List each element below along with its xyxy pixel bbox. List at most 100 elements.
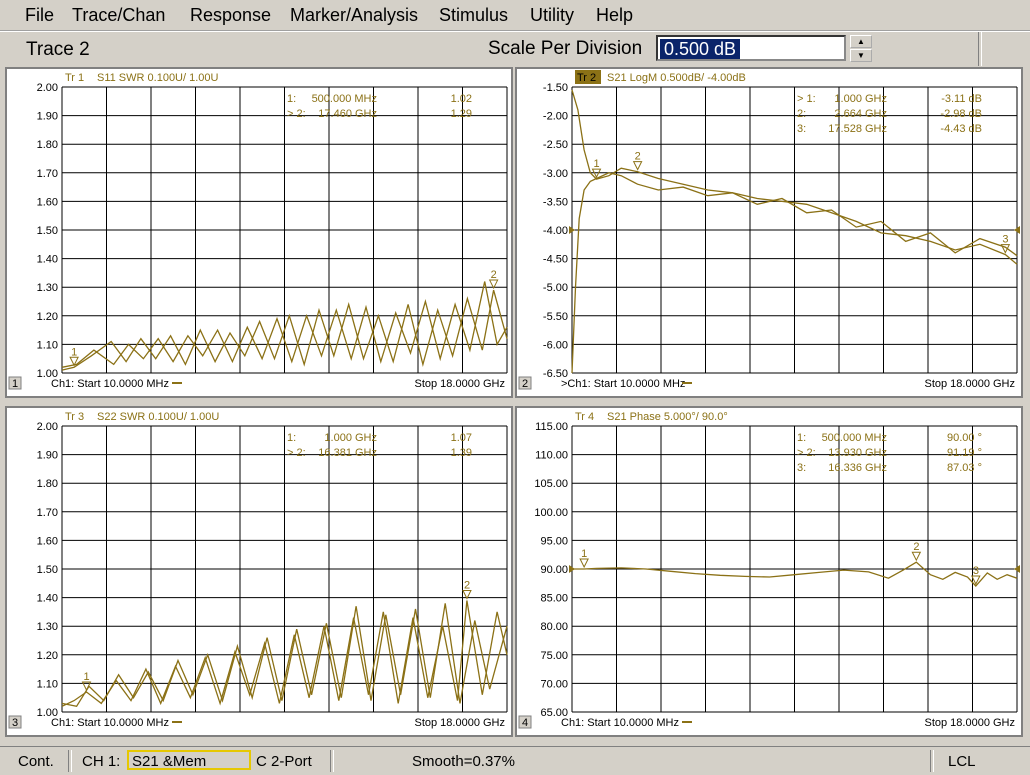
channel-index: 4 (522, 717, 528, 729)
menu-response[interactable]: Response (190, 5, 271, 26)
marker-table-value: -4.43 dB (940, 123, 982, 135)
menu-file[interactable]: File (25, 5, 54, 26)
stop-frequency-label: Stop 18.0000 GHz (924, 717, 1015, 729)
marker-table-value: 1.29 (451, 108, 472, 120)
status-separator (930, 750, 934, 772)
marker-table-frequency: 16.336 GHz (828, 462, 887, 474)
marker-table-frequency: 1.000 GHz (324, 432, 377, 444)
marker-table-value: 1.39 (451, 447, 472, 459)
status-calibration: C 2-Port (256, 753, 312, 770)
trace-header-text: S22 SWR 0.100U/ 1.00U (97, 411, 219, 423)
marker-table-value: 1.07 (451, 432, 472, 444)
menu-marker-analysis[interactable]: Marker/Analysis (290, 5, 418, 26)
trace-number-label: Tr 1 (65, 72, 84, 84)
y-tick-label: -5.50 (543, 311, 568, 323)
y-tick-label: 110.00 (535, 450, 568, 462)
marker-label: 2 (464, 579, 470, 591)
measurement-area: Tr 1 S11 SWR 0.100U/ 1.00U 2.00 1.90 1.80 1.7… (5, 67, 1025, 743)
marker-table-number: 3: (797, 123, 806, 135)
channel-index: 1 (12, 378, 18, 390)
scale-spinner: ▲ ▼ (850, 35, 872, 63)
y-tick-label: 95.00 (540, 535, 568, 547)
y-tick-label: 2.00 (37, 82, 58, 94)
marker-table-value: -3.11 dB (941, 93, 982, 105)
marker-table-frequency: 2.664 GHz (834, 108, 887, 120)
marker-label: 3 (973, 565, 979, 577)
stop-frequency-label: Stop 18.0000 GHz (414, 378, 505, 390)
start-frequency-label: >Ch1: Start 10.0000 MHz (561, 378, 685, 390)
marker-table-value: 1.02 (451, 93, 472, 105)
y-tick-label: -2.00 (543, 111, 568, 123)
y-tick-label: 1.70 (37, 507, 58, 519)
y-tick-label: 1.60 (37, 196, 58, 208)
y-tick-label: 100.00 (534, 507, 568, 519)
marker-triangle (579, 558, 589, 569)
marker-table-value: 90.00 ° (947, 432, 982, 444)
trace-panel-4[interactable]: Tr 4 S21 Phase 5.000°/ 90.0° 115.00 110.00 1… (515, 406, 1023, 737)
marker-table-number: 2: (797, 108, 806, 120)
scale-label: Scale Per Division (488, 38, 643, 59)
marker-table-number: 1: (797, 432, 806, 444)
scale-per-division-input[interactable]: 0.500 dB (656, 35, 846, 61)
y-tick-label: -1.50 (543, 82, 568, 94)
status-bar: Cont. CH 1: S21 &Mem C 2-Port Smooth=0.3… (0, 746, 1030, 775)
y-tick-label: -6.00 (543, 339, 568, 351)
menu-trace-chan[interactable]: Trace/Chan (72, 5, 165, 26)
y-tick-label: 1.10 (37, 339, 58, 351)
y-tick-label: 1.60 (37, 535, 58, 547)
marker-table-value: 91.19 ° (947, 447, 982, 459)
y-tick-label: -4.00 (543, 225, 568, 237)
y-tick-label: 1.90 (37, 111, 58, 123)
status-smoothing: Smooth=0.37% (412, 753, 515, 770)
start-frequency-label: Ch1: Start 10.0000 MHz (51, 378, 169, 390)
stop-frequency-label: Stop 18.0000 GHz (924, 378, 1015, 390)
status-remote: LCL (948, 753, 976, 770)
trace-number-label: Tr 3 (65, 411, 84, 423)
start-frequency-label: Ch1: Start 10.0000 MHz (561, 717, 679, 729)
marker-table-frequency: 500.000 MHz (822, 432, 887, 444)
trace-panel-1[interactable]: Tr 1 S11 SWR 0.100U/ 1.00U 2.00 1.90 1.80 1.7… (5, 67, 513, 398)
trace-panel-2[interactable]: Tr 2 S21 LogM 0.500dB/ -4.00dB -1.50 -2.00 -… (515, 67, 1023, 398)
menu-help[interactable]: Help (596, 5, 633, 26)
y-tick-label: -4.50 (543, 254, 568, 266)
marker-label: 3 (1002, 234, 1008, 246)
y-tick-label: 1.70 (37, 168, 58, 180)
marker-table-number: 1: (287, 432, 296, 444)
trace-header-text: S21 Phase 5.000°/ 90.0° (607, 411, 728, 423)
marker-table-number: > 1: (797, 93, 816, 105)
marker-label: 1 (581, 548, 587, 560)
marker-label: 2 (635, 151, 641, 163)
marker-label: 2 (913, 541, 919, 553)
status-mode: Cont. (18, 753, 54, 770)
y-tick-label: 75.00 (540, 650, 568, 662)
y-tick-label: 1.90 (37, 450, 58, 462)
y-tick-label: -5.00 (543, 282, 568, 294)
marker-table-value: -2.98 dB (940, 108, 982, 120)
y-tick-label: 2.00 (37, 421, 58, 433)
trace-panel-3[interactable]: Tr 3 S22 SWR 0.100U/ 1.00U 2.00 1.90 1.80 1.7… (5, 406, 513, 737)
spin-up-button[interactable]: ▲ (850, 35, 872, 48)
y-tick-label: 1.50 (37, 564, 58, 576)
y-tick-label: -2.50 (543, 139, 568, 151)
trace-chart-svg: Tr 3 S22 SWR 0.100U/ 1.00U 2.00 1.90 1.80 1.7… (8, 411, 508, 729)
status-separator (68, 750, 72, 772)
spin-down-button[interactable]: ▼ (850, 49, 872, 62)
trace-chart-svg: Tr 2 S21 LogM 0.500dB/ -4.00dB -1.50 -2.00 -… (518, 70, 1020, 390)
y-tick-label: 1.80 (37, 139, 58, 151)
channel-index: 3 (12, 717, 18, 729)
start-frequency-label: Ch1: Start 10.0000 MHz (51, 717, 169, 729)
toolbar-separator (978, 32, 982, 66)
trace-number-label: Tr 2 (577, 72, 596, 84)
marker-table-number: > 2: (287, 108, 306, 120)
y-tick-label: 1.30 (37, 621, 58, 633)
menu-stimulus[interactable]: Stimulus (439, 5, 508, 26)
marker-table-number: > 2: (287, 447, 306, 459)
scale-value-text: 0.500 dB (660, 39, 741, 59)
y-tick-label: 1.40 (37, 254, 58, 266)
y-tick-label: 70.00 (540, 678, 568, 690)
marker-label: 1 (593, 158, 599, 170)
y-tick-label: 1.20 (37, 311, 58, 323)
menu-utility[interactable]: Utility (530, 5, 574, 26)
trace-chart-svg: Tr 1 S11 SWR 0.100U/ 1.00U 2.00 1.90 1.80 1.7… (8, 72, 508, 390)
y-tick-label: 115.00 (535, 421, 568, 433)
